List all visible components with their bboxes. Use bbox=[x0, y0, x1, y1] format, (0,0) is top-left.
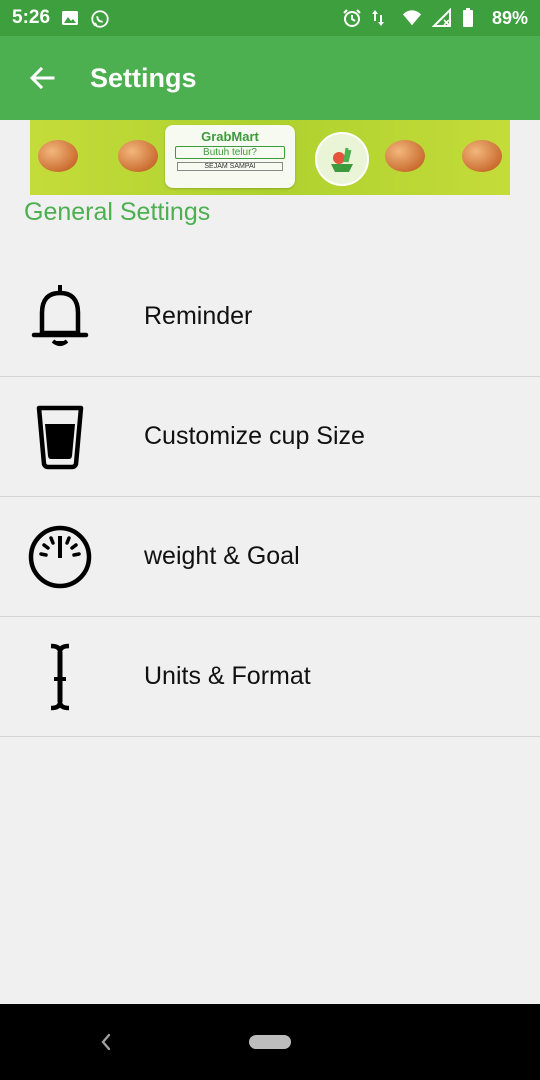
ad-logo bbox=[315, 132, 369, 186]
whatsapp-icon bbox=[90, 8, 110, 28]
ad-subline: SEJAM SAMPAI bbox=[177, 162, 283, 171]
bell-icon bbox=[0, 256, 120, 376]
status-right: 89% bbox=[342, 8, 528, 29]
ad-card: GrabMart Butuh telur? SEJAM SAMPAI bbox=[165, 125, 295, 188]
units-format-label: Units & Format bbox=[144, 662, 311, 690]
cup-icon bbox=[0, 377, 120, 496]
status-left: 5:26 bbox=[12, 7, 110, 29]
back-button[interactable] bbox=[0, 36, 84, 120]
nav-back-icon[interactable] bbox=[96, 1030, 116, 1054]
ad-banner[interactable]: GrabMart Butuh telur? SEJAM SAMPAI bbox=[30, 120, 510, 195]
battery-percent: 89% bbox=[491, 7, 528, 28]
signal-icon bbox=[431, 8, 452, 28]
weight-goal-label: weight & Goal bbox=[144, 542, 300, 570]
home-pill-icon[interactable] bbox=[249, 1035, 291, 1049]
cup-size-label: Customize cup Size bbox=[144, 422, 365, 450]
ad-tagline: Butuh telur? bbox=[175, 146, 285, 159]
alarm-icon bbox=[342, 8, 362, 28]
text-cursor-icon bbox=[0, 617, 120, 736]
egg-image bbox=[118, 140, 158, 172]
units-format-item[interactable]: Units & Format bbox=[0, 617, 540, 737]
image-icon bbox=[60, 8, 80, 28]
section-title: General Settings bbox=[24, 198, 211, 226]
status-bar: 5:26 89% bbox=[0, 0, 540, 36]
battery-icon bbox=[462, 8, 482, 28]
navigation-bar bbox=[0, 1004, 540, 1080]
settings-list: Reminder Customize cup Size weight & Goa… bbox=[0, 256, 540, 737]
weight-goal-item[interactable]: weight & Goal bbox=[0, 497, 540, 617]
reminder-item[interactable]: Reminder bbox=[0, 256, 540, 377]
wifi-icon bbox=[402, 8, 422, 28]
scale-icon bbox=[0, 497, 120, 616]
egg-image bbox=[385, 140, 425, 172]
reminder-label: Reminder bbox=[144, 301, 253, 330]
egg-image bbox=[38, 140, 78, 172]
page-title: Settings bbox=[90, 62, 197, 93]
status-time: 5:26 bbox=[12, 7, 51, 28]
app-bar: Settings bbox=[0, 36, 540, 120]
egg-image bbox=[462, 140, 502, 172]
data-arrows-icon bbox=[371, 8, 392, 28]
arrow-back-icon bbox=[29, 66, 55, 90]
cup-size-item[interactable]: Customize cup Size bbox=[0, 377, 540, 497]
ad-brand: GrabMart bbox=[201, 129, 259, 144]
